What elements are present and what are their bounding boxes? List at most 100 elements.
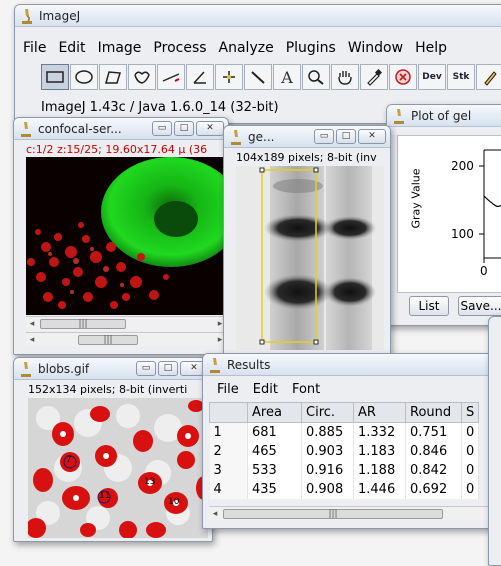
col-header-solidity[interactable]: S — [460, 402, 480, 423]
confocal-title-bar[interactable]: confocal-ser... ▭ □ ✕ — [14, 118, 228, 140]
cell-circ: 0.903 — [301, 441, 354, 461]
menu-file[interactable]: File — [23, 40, 46, 60]
plot-save-button[interactable]: Save... — [458, 296, 501, 316]
gel-image-render — [259, 166, 376, 350]
scroll-thumb[interactable]: ||| — [40, 319, 126, 329]
menu-edit[interactable]: Edit — [58, 40, 85, 60]
cell-solidity: 0 — [461, 441, 480, 461]
gel-window-buttons: ▭ □ ✕ — [314, 129, 386, 144]
pencil-tool-icon[interactable] — [476, 64, 501, 90]
imagej-microscope-icon — [22, 9, 32, 24]
plot-ytick-200: 200 — [451, 159, 474, 173]
cell-area: 465 — [247, 441, 302, 461]
freehand-tool-icon[interactable] — [128, 64, 156, 90]
record-stop-icon[interactable] — [389, 64, 417, 90]
cell-circ: 0.908 — [301, 479, 354, 499]
results-window-title: Results — [227, 358, 271, 372]
dev-menu-icon[interactable]: Dev — [418, 64, 446, 90]
confocal-slice-scrollbar[interactable]: ◂ ||| ▸ — [26, 332, 226, 346]
col-header-area[interactable]: Area — [247, 402, 302, 423]
confocal-window: confocal-ser... ▭ □ ✕ c:1/2 z:15/25; 19.… — [13, 117, 229, 355]
results-title-bar[interactable]: Results — [203, 354, 501, 376]
menu-plugins[interactable]: Plugins — [286, 40, 336, 60]
text-tool-icon[interactable]: A — [273, 64, 301, 90]
menu-help[interactable]: Help — [415, 40, 447, 60]
main-title-bar[interactable]: ImageJ — [15, 5, 501, 27]
row-index: 3 — [209, 460, 248, 480]
dev-label: Dev — [422, 72, 442, 82]
menu-image[interactable]: Image — [98, 40, 142, 60]
table-row[interactable]: 2 465 0.903 1.183 0.846 0 — [209, 441, 480, 461]
gel-image[interactable] — [236, 166, 384, 350]
col-header-round[interactable]: Round — [405, 402, 462, 423]
plot-xtick-0: 0 — [480, 264, 488, 278]
results-menu-font[interactable]: Font — [292, 382, 320, 397]
imagej-microscope-icon — [231, 130, 241, 145]
background-window[interactable] — [488, 316, 501, 566]
plot-profile-line — [483, 195, 501, 207]
maximize-button[interactable]: □ — [336, 129, 356, 144]
maximize-button[interactable]: □ — [158, 361, 178, 376]
minimize-button[interactable]: ▭ — [136, 361, 156, 376]
table-row[interactable]: 4 435 0.908 1.446 0.692 0 — [209, 479, 480, 499]
col-header-index[interactable] — [209, 402, 248, 423]
scroll-left-arrow[interactable]: ◂ — [209, 507, 221, 521]
confocal-image[interactable] — [26, 157, 226, 315]
hand-tool-icon[interactable] — [331, 64, 359, 90]
cell-round: 0.846 — [405, 441, 462, 461]
confocal-window-buttons: ▭ □ ✕ — [152, 121, 224, 136]
blobs-image[interactable]: 7 11 13 10 — [28, 398, 208, 538]
point-tool-icon[interactable] — [215, 64, 243, 90]
blob-label: 7 — [66, 455, 72, 465]
results-menu-edit[interactable]: Edit — [253, 382, 278, 397]
minimize-button[interactable]: ▭ — [314, 129, 334, 144]
plot-title-bar[interactable]: Plot of gel — [387, 105, 501, 127]
blobs-title-bar[interactable]: blobs.gif ▭ □ ✕ — [14, 358, 212, 380]
blobs-window: blobs.gif ▭ □ ✕ 152x134 pixels; 8-bit (i… — [13, 357, 213, 542]
scroll-thumb[interactable]: ||| — [223, 509, 443, 519]
imagej-microscope-icon — [210, 358, 220, 373]
cell-ar: 1.446 — [353, 479, 406, 499]
oval-tool-icon[interactable] — [70, 64, 98, 90]
confocal-image-render — [27, 157, 226, 309]
blob-label: 11 — [99, 491, 111, 501]
scroll-thumb[interactable]: ||| — [78, 335, 138, 345]
blobs-info-line: 152x134 pixels; 8-bit (inverti — [28, 383, 188, 396]
main-menu-bar: File Edit Image Process Analyze Plugins … — [23, 40, 447, 60]
cell-ar: 1.188 — [353, 460, 406, 480]
plot-window-title: Plot of gel — [411, 109, 472, 123]
scroll-left-arrow[interactable]: ◂ — [26, 317, 38, 331]
close-button[interactable]: ✕ — [358, 129, 386, 144]
results-horizontal-scrollbar[interactable]: ◂ ||| ▸ — [209, 506, 499, 520]
cell-circ: 0.885 — [301, 422, 354, 442]
close-button[interactable]: ✕ — [196, 121, 224, 136]
row-index: 4 — [209, 479, 248, 499]
gel-info-line: 104x189 pixels; 8-bit (inv — [236, 151, 377, 164]
plot-list-button[interactable]: List — [409, 296, 449, 316]
confocal-channel-scrollbar[interactable]: ◂ ||| ▸ — [26, 316, 226, 330]
maximize-button[interactable]: □ — [174, 121, 194, 136]
color-picker-icon[interactable] — [360, 64, 388, 90]
plot-ylabel: Gray Value — [409, 168, 423, 229]
imagej-microscope-icon — [394, 109, 404, 124]
gel-title-bar[interactable]: ge... ▭ □ ✕ — [224, 126, 390, 148]
menu-analyze[interactable]: Analyze — [219, 40, 274, 60]
polygon-tool-icon[interactable] — [99, 64, 127, 90]
results-menu-file[interactable]: File — [217, 382, 239, 397]
col-header-ar[interactable]: AR — [353, 402, 406, 423]
table-row[interactable]: 3 533 0.916 1.188 0.842 0 — [209, 460, 480, 480]
menu-process[interactable]: Process — [153, 40, 206, 60]
wand-tool-icon[interactable] — [244, 64, 272, 90]
angle-tool-icon[interactable] — [186, 64, 214, 90]
plot-canvas: 200 100 0 Gray Value — [397, 135, 501, 293]
scroll-left-arrow[interactable]: ◂ — [26, 333, 38, 347]
rectangle-tool-icon[interactable] — [41, 64, 69, 90]
menu-window[interactable]: Window — [348, 40, 403, 60]
magnifying-glass-icon[interactable] — [302, 64, 330, 90]
straight-line-tool-icon[interactable] — [157, 64, 185, 90]
col-header-circ[interactable]: Circ. — [301, 402, 354, 423]
cell-ar: 1.332 — [353, 422, 406, 442]
minimize-button[interactable]: ▭ — [152, 121, 172, 136]
stk-menu-icon[interactable]: Stk — [447, 64, 475, 90]
table-row[interactable]: 1 681 0.885 1.332 0.751 0 — [209, 422, 480, 442]
